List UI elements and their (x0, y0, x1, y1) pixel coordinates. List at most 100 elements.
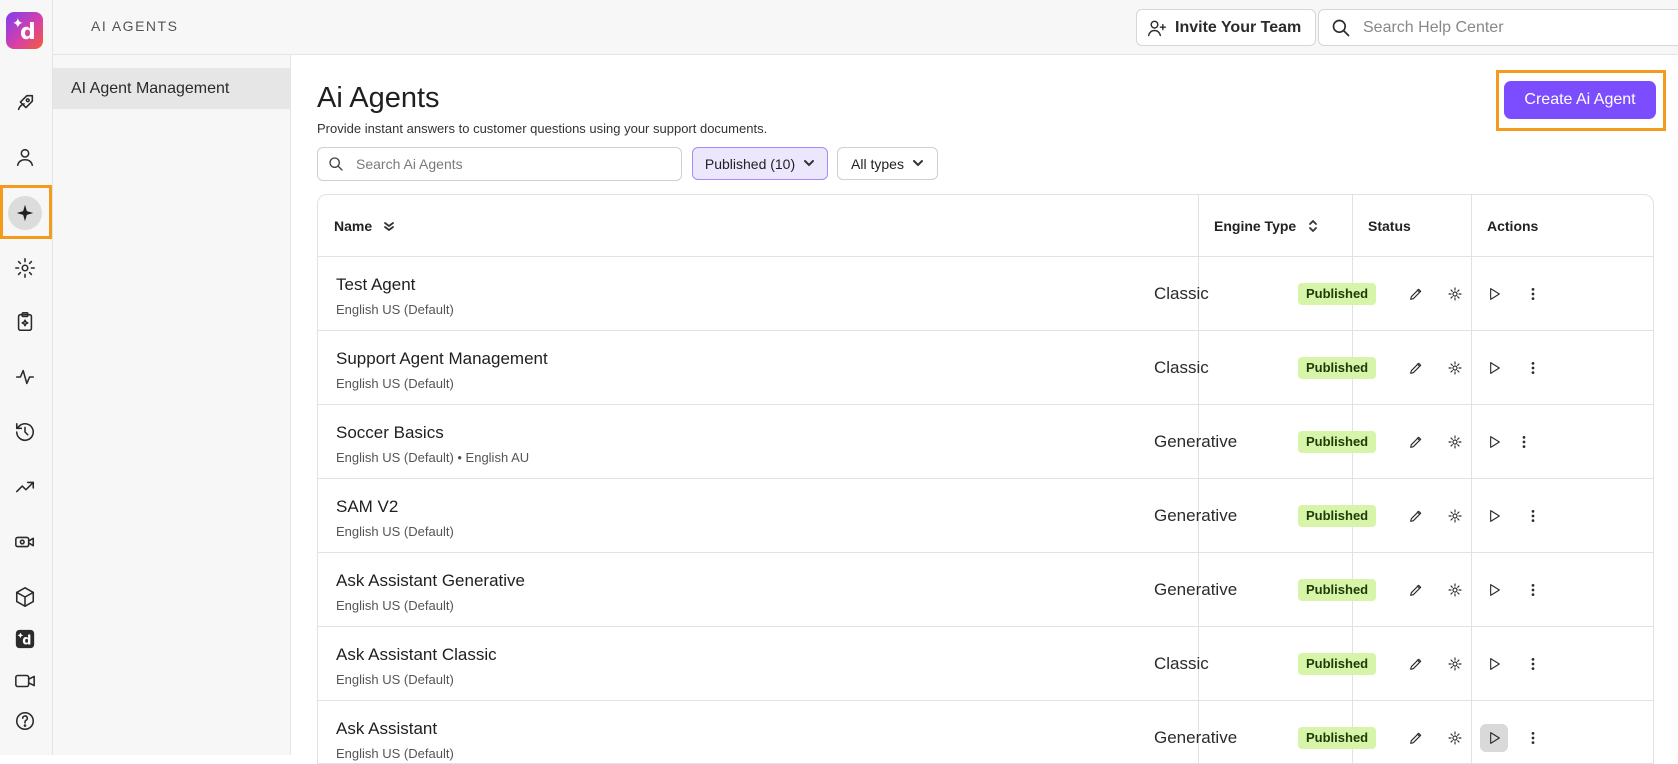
edit-icon[interactable] (1402, 502, 1430, 530)
status-badge: Published (1298, 579, 1377, 601)
engine-type: Classic (1154, 358, 1209, 377)
help-search-input[interactable] (1363, 18, 1663, 37)
play-icon[interactable] (1480, 650, 1508, 678)
agent-name[interactable]: Test Agent (336, 275, 415, 295)
agent-languages: English US (Default) (336, 524, 454, 539)
status-badge: Published (1298, 431, 1377, 453)
table-row[interactable]: Support Agent Management English US (Defa… (318, 331, 1653, 405)
rocket-icon[interactable] (8, 86, 42, 120)
gear-icon[interactable] (1441, 576, 1469, 604)
agent-name[interactable]: Ask Assistant Generative (336, 571, 525, 591)
clipboard-sparkle-icon[interactable] (8, 305, 42, 339)
sort-icon (1309, 220, 1318, 232)
play-icon[interactable] (1480, 724, 1508, 752)
agent-name[interactable]: Ask Assistant Classic (336, 645, 497, 665)
agent-languages: English US (Default) (336, 376, 454, 391)
brand-d-icon[interactable]: d (8, 622, 42, 656)
type-filter-label: All types (851, 155, 904, 172)
agent-languages: English US (Default) (336, 302, 454, 317)
engine-type: Generative (1154, 432, 1238, 451)
status-filter-label: Published (10) (704, 155, 796, 172)
video-settings-icon[interactable] (8, 525, 42, 559)
play-icon[interactable] (1480, 354, 1508, 382)
page-subtitle: Provide instant answers to customer ques… (317, 121, 768, 136)
engine-type: Generative (1154, 580, 1238, 599)
invite-team-button[interactable]: Invite Your Team (1136, 9, 1316, 46)
search-icon (329, 157, 343, 171)
type-filter-dropdown[interactable]: All types (837, 147, 938, 180)
gear-icon[interactable] (1441, 280, 1469, 308)
column-header-actions: Actions (1487, 218, 1539, 234)
gear-icon[interactable] (1441, 354, 1469, 382)
table-row[interactable]: Ask Assistant Classic English US (Default… (318, 627, 1653, 701)
table-row[interactable]: Soccer Basics English US (Default) • Engl… (318, 405, 1653, 479)
agent-search[interactable] (317, 147, 682, 181)
edit-icon[interactable] (1402, 650, 1430, 678)
column-header-name[interactable]: Name (318, 195, 396, 257)
page-title: Ai Agents (317, 82, 440, 114)
engine-type: Classic (1154, 654, 1209, 673)
gear-icon[interactable] (1441, 502, 1469, 530)
activity-icon[interactable] (8, 360, 42, 394)
user-plus-icon (1147, 20, 1167, 36)
edit-icon[interactable] (1402, 354, 1430, 382)
more-options-icon[interactable] (1519, 724, 1547, 752)
engine-type: Generative (1154, 506, 1238, 525)
agent-name[interactable]: SAM V2 (336, 497, 398, 517)
column-header-engine[interactable]: Engine Type (1198, 195, 1320, 257)
section-title: AI AGENTS (91, 18, 179, 34)
status-filter-dropdown[interactable]: Published (10) (692, 147, 828, 180)
agent-languages: English US (Default) (336, 598, 454, 613)
table-row[interactable]: SAM V2 English US (Default) Generative Publ… (318, 479, 1653, 553)
status-badge: Published (1298, 505, 1377, 527)
search-icon (1332, 19, 1350, 36)
more-options-icon[interactable] (1519, 576, 1547, 604)
help-icon[interactable] (8, 704, 42, 738)
status-badge: Published (1298, 727, 1377, 749)
status-badge: Published (1298, 283, 1377, 305)
trending-up-icon[interactable] (8, 470, 42, 504)
agent-name[interactable]: Ask Assistant (336, 719, 437, 739)
engine-type: Classic (1154, 284, 1209, 303)
cube-icon[interactable] (8, 580, 42, 614)
table-row[interactable]: Test Agent English US (Default) Classic Pub… (318, 257, 1653, 331)
app-logo[interactable]: ✦ d (6, 12, 43, 49)
sparkle-icon[interactable] (8, 196, 42, 230)
user-icon[interactable] (8, 140, 42, 174)
table-row[interactable]: Ask Assistant Generative English US (Defa… (318, 553, 1653, 627)
edit-icon[interactable] (1402, 428, 1430, 456)
agents-table: Name Engine Type Status Actions Test Age… (317, 194, 1654, 764)
more-options-icon[interactable] (1519, 280, 1547, 308)
play-icon[interactable] (1480, 502, 1508, 530)
agent-languages: English US (Default) (336, 746, 454, 761)
more-options-icon[interactable] (1519, 650, 1547, 678)
create-ai-agent-button[interactable]: Create Ai Agent (1504, 81, 1656, 119)
agent-search-input[interactable] (356, 156, 656, 172)
edit-icon[interactable] (1402, 724, 1430, 752)
gear-icon[interactable] (1441, 650, 1469, 678)
more-options-icon[interactable] (1519, 502, 1547, 530)
play-icon[interactable] (1480, 576, 1508, 604)
icon-rail: ✦ d d (0, 0, 53, 755)
sort-descending-icon (384, 222, 395, 231)
logo-letter: d (20, 20, 36, 45)
agent-name[interactable]: Soccer Basics (336, 423, 444, 443)
video-icon[interactable] (8, 664, 42, 698)
gear-icon[interactable] (8, 251, 42, 285)
history-icon[interactable] (8, 415, 42, 449)
agent-name[interactable]: Support Agent Management (336, 349, 548, 369)
edit-icon[interactable] (1402, 280, 1430, 308)
gear-icon[interactable] (1441, 428, 1469, 456)
more-options-icon[interactable] (1510, 428, 1538, 456)
invite-team-label: Invite Your Team (1175, 18, 1302, 36)
table-header: Name Engine Type Status Actions (318, 195, 1653, 257)
gear-icon[interactable] (1441, 724, 1469, 752)
more-options-icon[interactable] (1519, 354, 1547, 382)
agent-languages: English US (Default) • English AU (336, 450, 530, 465)
agent-languages: English US (Default) (336, 672, 454, 687)
play-icon[interactable] (1480, 280, 1508, 308)
edit-icon[interactable] (1402, 576, 1430, 604)
subnav-item-ai-agent-management[interactable]: AI Agent Management (53, 68, 290, 109)
help-search[interactable] (1318, 9, 1678, 46)
play-icon[interactable] (1480, 428, 1508, 456)
